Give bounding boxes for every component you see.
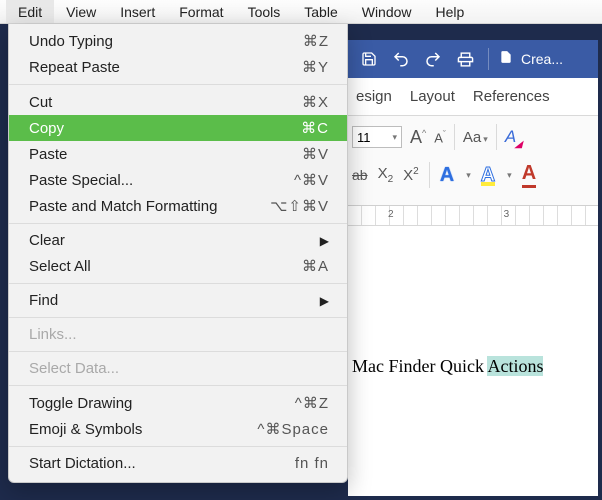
menu-item-label: Copy xyxy=(29,120,64,137)
ribbon-separator xyxy=(454,124,455,150)
menu-separator xyxy=(9,84,347,85)
menu-separator xyxy=(9,351,347,352)
menu-item-repeat-paste[interactable]: Repeat Paste ⌘Y xyxy=(9,54,347,80)
font-size-value: 11 xyxy=(357,130,371,145)
document-text[interactable]: Mac Finder Quick Actions xyxy=(352,356,543,377)
menu-item-shortcut: ^⌘V xyxy=(294,171,329,189)
menu-item-shortcut: ⌘A xyxy=(302,257,329,275)
menu-item-shortcut: fn fn xyxy=(295,455,329,472)
save-icon[interactable] xyxy=(356,46,382,72)
clear-formatting-button[interactable]: A◢ xyxy=(505,127,516,147)
superscript-button[interactable]: X2 xyxy=(403,166,419,184)
menu-item-label: Emoji & Symbols xyxy=(29,421,142,438)
menu-item-select-all[interactable]: Select All ⌘A xyxy=(9,253,347,279)
menu-item-cut[interactable]: Cut ⌘X xyxy=(9,89,347,115)
menubar-item-tools[interactable]: Tools xyxy=(236,0,293,23)
ruler-mark: 3 xyxy=(504,209,510,220)
redo-icon[interactable] xyxy=(420,46,446,72)
ribbon-separator xyxy=(429,162,430,188)
menu-item-shortcut: ⌘V xyxy=(302,145,329,163)
ribbon-body: 11 ▾ A^ Aˇ Aa▾ A◢ ab X2 X2 A▾ A▾ A xyxy=(348,116,598,206)
submenu-arrow-icon: ▶ xyxy=(320,234,329,248)
document-icon xyxy=(499,49,513,69)
menu-item-shortcut: ⌘C xyxy=(301,119,329,137)
menu-item-undo-typing[interactable]: Undo Typing ⌘Z xyxy=(9,28,347,54)
ribbon-separator xyxy=(496,124,497,150)
menu-item-shortcut: ⌥⇧⌘V xyxy=(270,197,329,215)
chevron-down-icon: ▾ xyxy=(392,132,397,143)
edit-menu-dropdown: Undo Typing ⌘Z Repeat Paste ⌘Y Cut ⌘X Copy ⌘C Pa… xyxy=(8,24,348,483)
menu-item-paste[interactable]: Paste ⌘V xyxy=(9,141,347,167)
menu-item-label: Clear xyxy=(29,232,65,249)
menu-item-label: Paste and Match Formatting xyxy=(29,198,217,215)
menubar-item-help[interactable]: Help xyxy=(424,0,477,23)
menu-item-label: Select All xyxy=(29,258,91,275)
menu-item-start-dictation[interactable]: Start Dictation... fn fn xyxy=(9,451,347,476)
subscript-button[interactable]: X2 xyxy=(378,165,394,185)
tab-references[interactable]: References xyxy=(473,88,550,105)
menu-item-toggle-drawing[interactable]: Toggle Drawing ^⌘Z xyxy=(9,390,347,416)
menu-item-label: Paste xyxy=(29,146,67,163)
menu-item-label: Start Dictation... xyxy=(29,455,136,472)
menu-item-label: Paste Special... xyxy=(29,172,133,189)
menu-item-label: Links... xyxy=(29,326,77,343)
mac-menubar: EditViewInsertFormatToolsTableWindowHelp xyxy=(0,0,602,24)
toolbar-divider xyxy=(488,48,489,70)
menu-item-label: Undo Typing xyxy=(29,33,113,50)
text-effects-button[interactable]: A xyxy=(440,164,454,187)
text-run: Mac Finder Quick xyxy=(352,356,487,376)
menu-item-label: Toggle Drawing xyxy=(29,395,132,412)
shrink-font-button[interactable]: Aˇ xyxy=(434,129,446,145)
menubar-item-insert[interactable]: Insert xyxy=(108,0,167,23)
menu-item-label: Find xyxy=(29,292,58,309)
font-size-select[interactable]: 11 ▾ xyxy=(352,126,402,148)
menu-separator xyxy=(9,223,347,224)
menu-item-emoji-symbols[interactable]: Emoji & Symbols ^⌘Space xyxy=(9,416,347,442)
menu-item-copy[interactable]: Copy ⌘C xyxy=(9,115,347,141)
menu-item-find[interactable]: Find ▶ xyxy=(9,288,347,313)
highlight-color-button[interactable]: A xyxy=(481,164,495,187)
menu-item-shortcut: ⌘Y xyxy=(302,58,329,76)
horizontal-ruler: 2 3 xyxy=(348,206,598,226)
menu-item-shortcut: ^⌘Z xyxy=(295,394,329,412)
menu-item-shortcut: ⌘Z xyxy=(303,32,329,50)
ruler-mark: 2 xyxy=(388,209,394,220)
change-case-button[interactable]: Aa▾ xyxy=(463,129,488,146)
text-selection: Actions xyxy=(487,356,543,376)
font-color-button[interactable]: A xyxy=(522,162,536,188)
menubar-item-edit[interactable]: Edit xyxy=(6,0,54,23)
menu-separator xyxy=(9,283,347,284)
ruler-ticks xyxy=(348,206,598,225)
menu-item-links: Links... xyxy=(9,322,347,347)
tab-layout[interactable]: Layout xyxy=(410,88,455,105)
menu-item-label: Select Data... xyxy=(29,360,119,377)
menu-item-select-data: Select Data... xyxy=(9,356,347,381)
document-page[interactable]: Mac Finder Quick Actions xyxy=(348,226,598,496)
menubar-item-format[interactable]: Format xyxy=(167,0,235,23)
quick-access-toolbar: Crea... xyxy=(348,40,598,78)
menu-separator xyxy=(9,385,347,386)
menu-item-label: Cut xyxy=(29,94,52,111)
menubar-item-table[interactable]: Table xyxy=(292,0,349,23)
menu-item-shortcut: ^⌘Space xyxy=(257,420,329,438)
grow-font-button[interactable]: A^ xyxy=(410,127,426,148)
menubar-item-view[interactable]: View xyxy=(54,0,108,23)
menu-item-label: Repeat Paste xyxy=(29,59,120,76)
undo-icon[interactable] xyxy=(388,46,414,72)
menubar-item-window[interactable]: Window xyxy=(350,0,424,23)
menu-separator xyxy=(9,317,347,318)
print-icon[interactable] xyxy=(452,46,478,72)
menu-item-paste-special[interactable]: Paste Special... ^⌘V xyxy=(9,167,347,193)
menu-item-clear[interactable]: Clear ▶ xyxy=(9,228,347,253)
strike-abc-button[interactable]: ab xyxy=(352,167,368,183)
menu-item-shortcut: ⌘X xyxy=(302,93,329,111)
submenu-arrow-icon: ▶ xyxy=(320,294,329,308)
ribbon-tabs: esign Layout References xyxy=(348,78,598,116)
tab-design[interactable]: esign xyxy=(356,88,392,105)
menu-item-paste-and-match-formatting[interactable]: Paste and Match Formatting ⌥⇧⌘V xyxy=(9,193,347,219)
menu-separator xyxy=(9,446,347,447)
document-title: Crea... xyxy=(521,51,563,67)
